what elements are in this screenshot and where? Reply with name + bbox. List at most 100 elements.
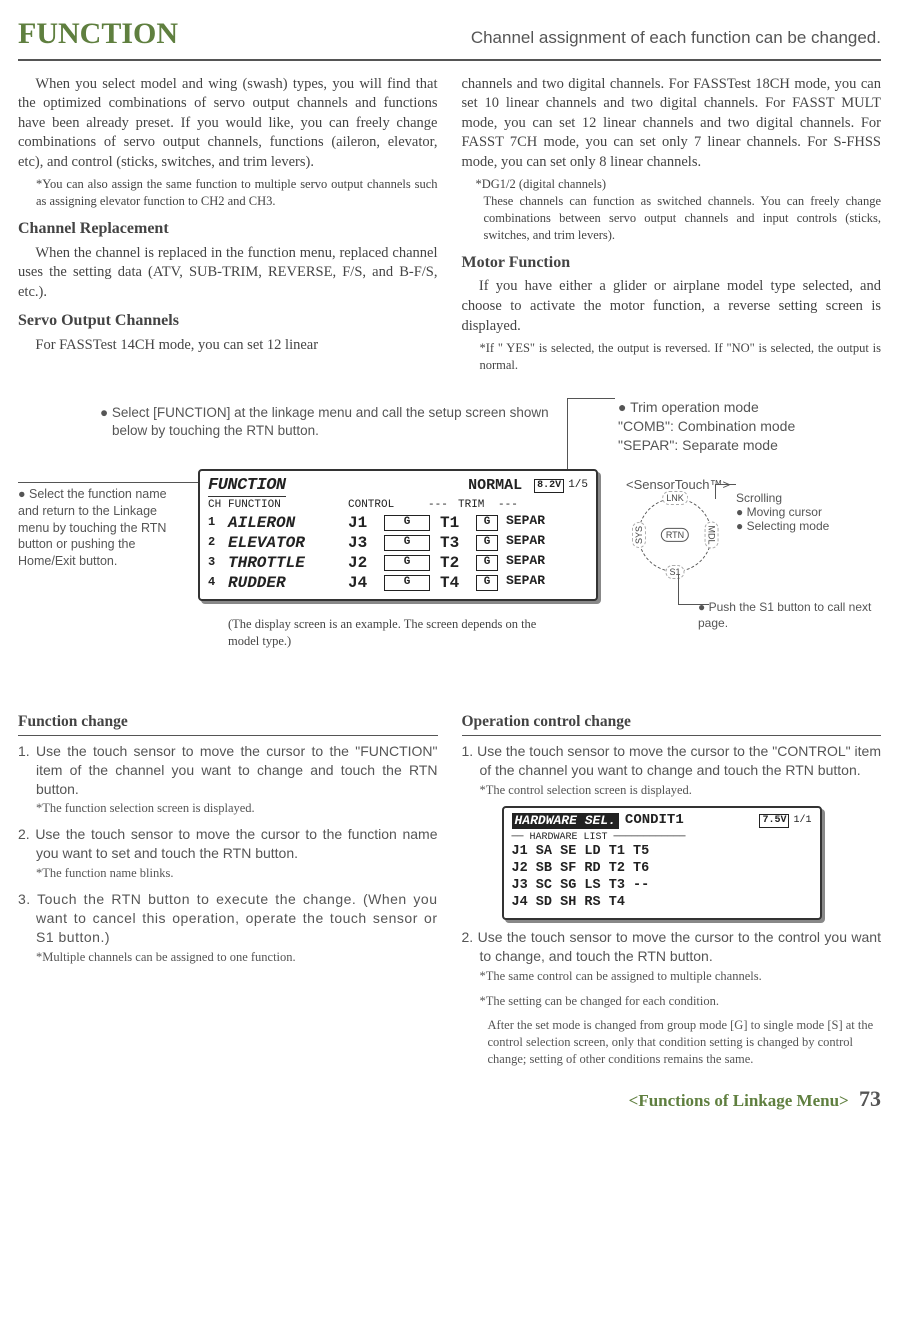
trim-mode-callout: ● Trim operation mode "COMB": Combinatio… bbox=[618, 398, 898, 455]
callout-line bbox=[567, 398, 615, 399]
step-note: *The setting can be changed for each con… bbox=[480, 993, 882, 1010]
function-change-col: Function change 1. Use the touch sensor … bbox=[18, 712, 438, 1076]
trim-mode-separ: "SEPAR": Separate mode bbox=[618, 436, 898, 455]
intro-para: When you select model and wing (swash) t… bbox=[18, 75, 438, 173]
page-subtitle: Channel assignment of each function can … bbox=[471, 27, 881, 50]
step-note: *The function name blinks. bbox=[36, 865, 438, 882]
lcd-hw-row: J3 SC SG LS T3 -- bbox=[512, 878, 812, 895]
lcd-title: FUNCTION bbox=[208, 475, 286, 497]
intro-col-right: channels and two digital channels. For F… bbox=[462, 75, 882, 382]
lcd-trim-g: G bbox=[476, 515, 498, 531]
lcd-list-label-text: HARDWARE LIST bbox=[530, 832, 608, 843]
step: 2. Use the touch sensor to move the curs… bbox=[462, 928, 882, 966]
intro-para: For FASSTest 14CH mode, you can set 12 l… bbox=[18, 336, 438, 356]
callout-line bbox=[715, 484, 736, 499]
lcd-mode: SEPAR bbox=[506, 513, 545, 533]
lcd-fn: AILERON bbox=[228, 513, 348, 533]
lcd-hdr-ctrl: CONTROL bbox=[348, 499, 428, 513]
heading-function-change: Function change bbox=[18, 712, 438, 736]
step-note: After the set mode is changed from group… bbox=[488, 1017, 882, 1068]
left-callout: ● Select the function name and return to… bbox=[18, 486, 188, 570]
heading-operation-control: Operation control change bbox=[462, 712, 882, 736]
lcd-cond: CONDIT1 bbox=[625, 812, 684, 830]
lcd-trim-g: G bbox=[476, 555, 498, 571]
callout-line bbox=[18, 482, 210, 483]
step: 3. Touch the RTN button to execute the c… bbox=[18, 890, 438, 947]
sensor-touch-diagram: LNK SYS MDL S1 RTN bbox=[638, 498, 712, 572]
lcd-ch: 2 bbox=[208, 533, 228, 553]
lcd-ctrl: J1 bbox=[348, 513, 384, 533]
lcd-fn: THROTTLE bbox=[228, 553, 348, 573]
heading-channel-replacement: Channel Replacement bbox=[18, 218, 438, 240]
sensor-mdl: MDL bbox=[704, 521, 718, 548]
lcd-hw-row: J1 SA SE LD T1 T5 bbox=[512, 844, 812, 861]
diagram-block: ● Select [FUNCTION] at the linkage menu … bbox=[18, 404, 881, 684]
dg-note: *DG1/2 (digital channels) These channels… bbox=[476, 176, 882, 244]
lcd-ctrl-g: G bbox=[384, 535, 430, 551]
lcd-trim: T2 bbox=[440, 553, 476, 573]
footer-page: 73 bbox=[859, 1086, 881, 1111]
intro-note: *You can also assign the same function t… bbox=[36, 176, 438, 210]
page-header: FUNCTION Channel assignment of each func… bbox=[18, 14, 881, 61]
lcd-hw-row: J2 SB SF RD T2 T6 bbox=[512, 861, 812, 878]
lcd-battery: 8.2V bbox=[534, 479, 564, 494]
intro-para: channels and two digital channels. For F… bbox=[462, 75, 882, 173]
step-note: *Multiple channels can be assigned to on… bbox=[36, 949, 438, 966]
sensor-selecting: ● Selecting mode bbox=[736, 518, 829, 534]
lcd-hdr-ch: CH bbox=[208, 499, 228, 513]
instruction-select-function: ● Select [FUNCTION] at the linkage menu … bbox=[98, 404, 572, 440]
trim-mode-title: ● Trim operation mode bbox=[618, 398, 898, 417]
intro-para: If you have either a glider or airplane … bbox=[462, 277, 882, 336]
lcd-hdr-dash: --- bbox=[428, 499, 458, 513]
lcd-function-screen: FUNCTION NORMAL 8.2V 1/5 CH FUNCTION CON… bbox=[198, 469, 598, 601]
lcd-mode: NORMAL bbox=[468, 477, 522, 496]
sensor-sys: SYS bbox=[632, 522, 646, 548]
lcd-ctrl: J3 bbox=[348, 533, 384, 553]
lcd-trim: T1 bbox=[440, 513, 476, 533]
step-note: *The same control can be assigned to mul… bbox=[480, 968, 882, 985]
callout-line bbox=[678, 574, 709, 605]
lcd-hw-row: J4 SD SH RS T4 bbox=[512, 895, 812, 912]
lcd-fn: ELEVATOR bbox=[228, 533, 348, 553]
lcd-ctrl: J4 bbox=[348, 573, 384, 593]
sensor-lnk: LNK bbox=[662, 491, 688, 505]
lower-columns: Function change 1. Use the touch sensor … bbox=[18, 712, 881, 1076]
motor-note: *If " YES" is selected, the output is re… bbox=[480, 340, 882, 374]
intro-col-left: When you select model and wing (swash) t… bbox=[18, 75, 438, 382]
lcd-battery: 7.5V bbox=[759, 814, 789, 829]
lcd-hardware-screen: HARDWARE SEL. CONDIT1 7.5V 1/1 ── HARDWA… bbox=[502, 806, 822, 920]
lcd-list-label: ── HARDWARE LIST ──────────── bbox=[512, 832, 812, 845]
lcd-ctrl-g: G bbox=[384, 515, 430, 531]
lcd-mode: SEPAR bbox=[506, 533, 545, 553]
lcd-page: 1/1 bbox=[793, 815, 811, 828]
step: 1. Use the touch sensor to move the curs… bbox=[18, 742, 438, 799]
lcd-hdr-dash2: --- bbox=[498, 499, 528, 513]
lcd-ctrl-g: G bbox=[384, 555, 430, 571]
lcd-fn: RUDDER bbox=[228, 573, 348, 593]
lcd-trim-g: G bbox=[476, 575, 498, 591]
lcd-title-inv: HARDWARE SEL. bbox=[512, 813, 619, 829]
lcd-ch: 3 bbox=[208, 553, 228, 573]
lcd-mode: SEPAR bbox=[506, 553, 545, 573]
lcd-trim-g: G bbox=[476, 535, 498, 551]
heading-servo-output: Servo Output Channels bbox=[18, 310, 438, 332]
step-note: *The function selection screen is displa… bbox=[36, 800, 438, 817]
lcd-hdr-fn: FUNCTION bbox=[228, 499, 348, 513]
sensor-rtn: RTN bbox=[661, 528, 689, 542]
dg-note-title: *DG1/2 (digital channels) bbox=[476, 177, 607, 191]
page-footer: <Functions of Linkage Menu> 73 bbox=[18, 1084, 881, 1114]
operation-control-col: Operation control change 1. Use the touc… bbox=[462, 712, 882, 1076]
step: 2. Use the touch sensor to move the curs… bbox=[18, 825, 438, 863]
footer-label: <Functions of Linkage Menu> bbox=[629, 1091, 849, 1110]
intro-columns: When you select model and wing (swash) t… bbox=[18, 75, 881, 382]
lcd-mode: SEPAR bbox=[506, 573, 545, 593]
page-title: FUNCTION bbox=[18, 14, 178, 55]
trim-mode-comb: "COMB": Combination mode bbox=[618, 417, 898, 436]
step-note: *The control selection screen is display… bbox=[480, 782, 882, 799]
lcd-page: 1/5 bbox=[568, 479, 588, 493]
lcd-hdr-trim: TRIM bbox=[458, 499, 498, 513]
sensor-s1-note: ● Push the S1 button to call next page. bbox=[698, 599, 878, 631]
heading-motor-function: Motor Function bbox=[462, 252, 882, 274]
lcd-trim: T3 bbox=[440, 533, 476, 553]
lcd-ctrl-g: G bbox=[384, 575, 430, 591]
